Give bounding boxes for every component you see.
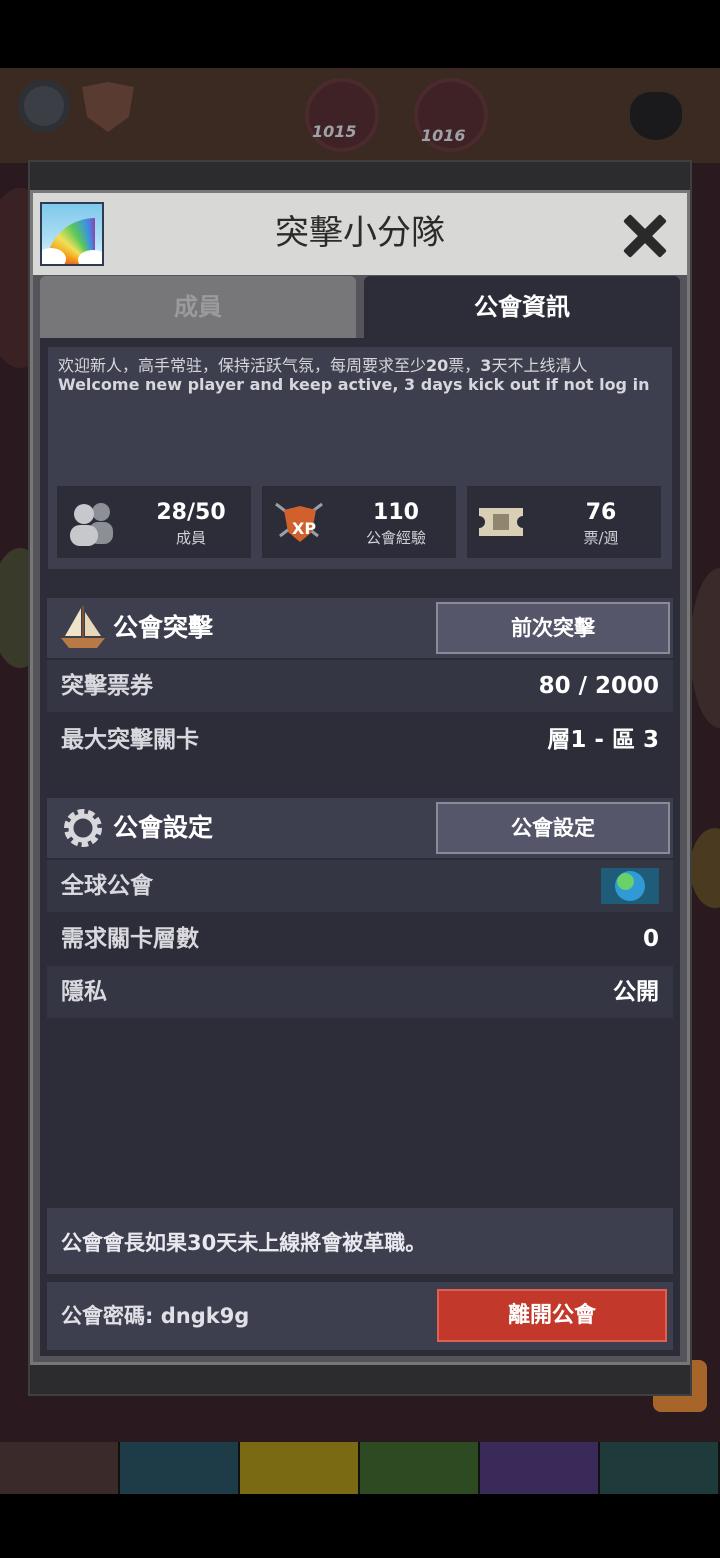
guild-password-text: 公會密碼: dngk9g <box>61 1304 250 1328</box>
stat-label: 票/週 <box>583 529 619 547</box>
ship-icon <box>61 606 105 648</box>
stage-number: 1016 <box>421 126 466 145</box>
notice-cn-part: 票， <box>448 356 481 375</box>
notice-cn-part: 欢迎新人，高手常驻，保持活跃气氛，每周要求至少 <box>58 356 427 375</box>
stat-label: 成員 <box>175 529 206 547</box>
globe-icon <box>601 868 659 904</box>
row-value: 公開 <box>613 979 659 1005</box>
shop-tab-icon[interactable] <box>600 1442 720 1494</box>
stat-members: 28/50 成員 <box>57 486 251 558</box>
row-key: 最大突擊關卡 <box>61 727 199 753</box>
settings-row-privacy: 隱私 公開 <box>47 966 673 1018</box>
stat-value: 28/50 <box>156 500 226 525</box>
leader-warning-text: 公會會長如果30天未上線將會被革職。 <box>61 1231 427 1255</box>
guild-name-title: 突擊小分隊 <box>275 213 445 253</box>
row-value: 80 / 2000 <box>538 673 659 699</box>
heart-tab-icon[interactable] <box>480 1442 600 1494</box>
xp-shield-icon: XP <box>275 502 323 542</box>
gear-icon <box>64 809 102 847</box>
sword-tab-icon[interactable] <box>0 1442 120 1494</box>
members-icon <box>70 503 113 546</box>
row-value: 0 <box>642 926 659 952</box>
guild-settings-button[interactable]: 公會設定 <box>436 802 670 854</box>
row-value: 層1 - 區 3 <box>547 727 659 753</box>
guild-emblem-icon <box>40 202 104 266</box>
notice-cn-number: 3 <box>480 356 492 375</box>
pet-tab-icon[interactable] <box>360 1442 480 1494</box>
settings-gear-icon[interactable] <box>18 80 70 132</box>
stat-value: 76 <box>585 500 617 525</box>
raid-row-tickets: 突擊票券 80 / 2000 <box>47 660 673 712</box>
stat-guild-xp: XP 110 公會經驗 <box>262 486 456 558</box>
row-key: 隱私 <box>61 979 107 1005</box>
row-key: 全球公會 <box>61 873 153 899</box>
settings-row-global: 全球公會 <box>47 860 673 912</box>
knight-tab-icon[interactable] <box>120 1442 240 1494</box>
notice-cn-part: 天不上线清人 <box>491 356 588 375</box>
armor-tab-icon[interactable] <box>240 1442 360 1494</box>
tab-guild-info[interactable]: 公會資訊 <box>364 276 680 338</box>
leave-guild-button[interactable]: 離開公會 <box>437 1289 667 1342</box>
row-key: 突擊票券 <box>61 673 153 699</box>
stat-value: 110 <box>373 500 419 525</box>
row-key: 需求關卡層數 <box>61 926 199 952</box>
demon-icon[interactable] <box>630 92 682 140</box>
previous-raid-button[interactable]: 前次突擊 <box>436 602 670 654</box>
notice-cn-number: 20 <box>426 356 449 375</box>
settings-section-title: 公會設定 <box>113 813 214 842</box>
stat-label: 公會經驗 <box>365 529 426 547</box>
stat-tickets-per-week: 76 票/週 <box>467 486 661 558</box>
raid-row-max-stage: 最大突擊關卡 層1 - 區 3 <box>47 714 673 766</box>
settings-row-required-floor: 需求關卡層數 0 <box>47 913 673 965</box>
stage-number: 1015 <box>312 122 357 141</box>
bottom-nav <box>0 1442 720 1494</box>
svg-text:XP: XP <box>292 519 316 538</box>
close-icon[interactable] <box>620 212 668 260</box>
tab-members[interactable]: 成員 <box>40 276 356 338</box>
raid-section-title: 公會突擊 <box>113 613 214 642</box>
notice-text-en: Welcome new player and keep active, 3 da… <box>58 375 650 394</box>
ticket-icon <box>479 508 523 536</box>
